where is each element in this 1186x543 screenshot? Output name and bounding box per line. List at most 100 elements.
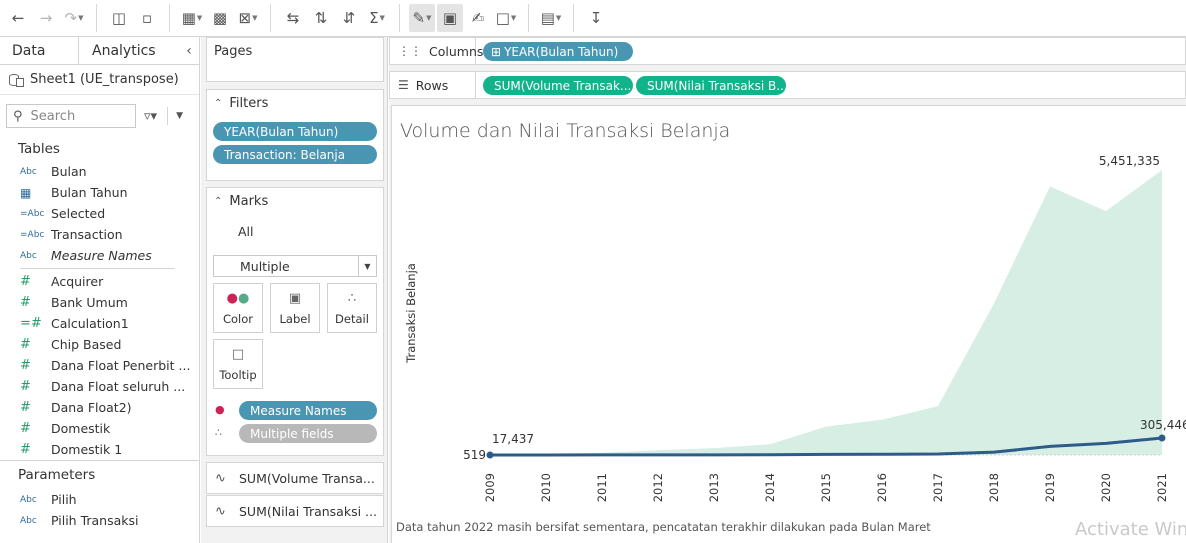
fit-icon[interactable]: □ ▼ <box>493 4 519 32</box>
field-name: Domestik <box>51 421 111 436</box>
measure-field[interactable]: # Domestik <box>0 418 199 439</box>
datasource-icon <box>8 73 24 87</box>
measure-row-label: SUM(Nilai Transaksi ... <box>239 503 377 519</box>
dimension-field[interactable]: =Abc Transaction <box>0 224 199 245</box>
totals-icon[interactable]: Σ ▼ <box>364 4 390 32</box>
pause-updates-icon[interactable]: ▫ <box>134 4 160 32</box>
tooltip-button[interactable]: □ Tooltip <box>213 339 263 389</box>
new-datasource-icon[interactable]: ◫ <box>106 4 132 32</box>
field-type-icon: =# <box>20 316 42 331</box>
color-button[interactable]: ●● Color <box>213 283 263 333</box>
sort-desc-icon[interactable]: ⇵ <box>336 4 362 32</box>
x-tick-label: 2020 <box>1099 473 1113 502</box>
tab-analytics[interactable]: Analytics <box>79 37 179 64</box>
swap-icon[interactable]: ⇆ <box>280 4 306 32</box>
detail-legend-icon: ∴ <box>215 426 222 439</box>
chart-caption: Data tahun 2022 masih bersifat sementara… <box>396 520 931 534</box>
x-tick-label: 2013 <box>707 473 721 502</box>
pages-card-title: Pages <box>214 43 253 59</box>
marks-pill-multiple-fields[interactable]: Multiple fields <box>239 424 377 443</box>
parameter-field[interactable]: Abc Pilih <box>0 489 199 510</box>
x-tick-label: 2012 <box>651 473 665 502</box>
x-tick-label: 2017 <box>931 473 945 502</box>
detail-button[interactable]: ∴ Detail <box>327 283 377 333</box>
present-icon[interactable]: ↧ <box>583 4 609 32</box>
dimension-field[interactable]: Abc Bulan <box>0 161 199 182</box>
dimension-field[interactable]: ▦ Bulan Tahun <box>0 182 199 203</box>
filters-card[interactable]: ⌃ Filters YEAR(Bulan Tahun) Transaction:… <box>206 89 384 181</box>
measure-field[interactable]: # Dana Float seluruh ... <box>0 376 199 397</box>
rows-shelf[interactable]: ☰ Rows SUM(Volume Transak... SUM(Nilai T… <box>389 71 1186 99</box>
columns-label: Columns <box>429 43 484 59</box>
datasource-item[interactable]: Sheet1 (UE_transpose) <box>0 65 199 95</box>
marks-all-tab[interactable]: All <box>238 224 254 239</box>
viz-area: Volume dan Nilai Transaksi Belanja 519 17… <box>389 101 1186 543</box>
marks-pill-measure-names[interactable]: Measure Names <box>239 401 377 420</box>
marks-card-header[interactable]: ⌃ Marks <box>207 188 383 214</box>
chevron-up-icon[interactable]: ⌃ <box>214 98 222 109</box>
chart-canvas[interactable]: 519 17,437 5,451,335 305,446 Transaksi Belan… <box>392 106 1186 506</box>
rows-pill-nilai[interactable]: SUM(Nilai Transaksi B... <box>636 76 786 95</box>
forward-icon[interactable]: → <box>33 4 59 32</box>
redo-icon[interactable]: ↷ ▼ <box>61 4 87 32</box>
measure-field[interactable]: =# Calculation1 <box>0 313 199 334</box>
field-name: Dana Float Penerbit ... <box>51 358 191 373</box>
back-icon[interactable]: ← <box>5 4 31 32</box>
highlight-icon[interactable]: ✎ ▼ <box>409 4 435 32</box>
collapse-pane-icon[interactable]: ‹ <box>179 37 199 64</box>
label-button[interactable]: ▣ Label <box>270 283 320 333</box>
search-icon: ⚲ <box>13 108 23 124</box>
tab-data[interactable]: Data <box>0 37 79 64</box>
field-type-icon: # <box>20 400 31 415</box>
columns-icon: ⋮⋮ <box>398 44 422 58</box>
toolbar-separator <box>169 4 170 32</box>
measure-field[interactable]: # Dana Float2) <box>0 397 199 418</box>
filters-card-header[interactable]: ⌃ Filters <box>207 90 383 116</box>
rows-icon: ☰ <box>398 78 409 92</box>
field-name: Pilih Transaksi <box>51 513 139 528</box>
data-label-305446: 305,446 <box>1140 418 1186 432</box>
parameters-section: Parameters Abc Pilih Abc Pilih Transaksi <box>0 460 199 531</box>
measure-field[interactable]: # Dana Float Penerbit ... <box>0 355 199 376</box>
label-icon[interactable]: ▣ <box>437 4 463 32</box>
pages-card[interactable]: Pages <box>206 37 384 82</box>
parameter-field[interactable]: Abc Pilih Transaksi <box>0 510 199 531</box>
sort-asc-icon[interactable]: ⇅ <box>308 4 334 32</box>
x-tick-label: 2011 <box>595 473 609 502</box>
worksheet-view[interactable]: Volume dan Nilai Transaksi Belanja 519 17… <box>391 105 1186 543</box>
filter-pill[interactable]: YEAR(Bulan Tahun) <box>213 122 377 141</box>
field-type-icon: # <box>20 358 31 373</box>
rows-pill-volume[interactable]: SUM(Volume Transak... <box>483 76 633 95</box>
columns-pill[interactable]: ⊞ YEAR(Bulan Tahun) <box>483 42 633 61</box>
annotate-icon[interactable]: ✍ <box>465 4 491 32</box>
measure-field[interactable]: # Domestik 1 <box>0 439 199 460</box>
clear-icon[interactable]: ⊠ ▼ <box>235 4 261 32</box>
measure-row-nilai[interactable]: ∿ SUM(Nilai Transaksi ... <box>206 495 384 527</box>
dimension-field[interactable]: =Abc Selected <box>0 203 199 224</box>
mark-type-select[interactable]: Multiple ▼ <box>213 255 377 277</box>
search-input[interactable]: ⚲ Search <box>6 104 136 128</box>
columns-shelf[interactable]: ⋮⋮ Columns ⊞ YEAR(Bulan Tahun) <box>389 37 1186 65</box>
show-me-icon[interactable]: ▤ ▼ <box>538 4 564 32</box>
new-worksheet-icon[interactable]: ▦ ▼ <box>179 4 205 32</box>
measure-row-volume[interactable]: ∿ SUM(Volume Transa... <box>206 462 384 494</box>
field-type-icon: # <box>20 337 31 352</box>
measure-field[interactable]: # Bank Umum <box>0 292 199 313</box>
x-tick-label: 2009 <box>483 473 497 502</box>
field-name: Transaction <box>51 227 123 242</box>
field-name: Chip Based <box>51 337 122 352</box>
line-chart-icon: ∿ <box>215 503 226 519</box>
field-type-icon: # <box>20 274 31 289</box>
data-label-17437: 17,437 <box>492 432 534 446</box>
search-placeholder: Search <box>30 108 76 124</box>
filter-pill[interactable]: Transaction: Belanja <box>213 145 377 164</box>
duplicate-icon[interactable]: ▩ <box>207 4 233 32</box>
activation-watermark: Activate Wind <box>1075 519 1186 540</box>
field-type-icon: Abc <box>20 166 37 177</box>
measure-field[interactable]: # Acquirer <box>0 271 199 292</box>
chevron-down-icon[interactable]: ▼ <box>176 111 183 121</box>
chevron-up-icon[interactable]: ⌃ <box>214 196 222 207</box>
filter-fields-icon[interactable]: ▿▾ <box>144 109 157 124</box>
dimension-field[interactable]: Abc Measure Names <box>0 245 199 266</box>
measure-field[interactable]: # Chip Based <box>0 334 199 355</box>
